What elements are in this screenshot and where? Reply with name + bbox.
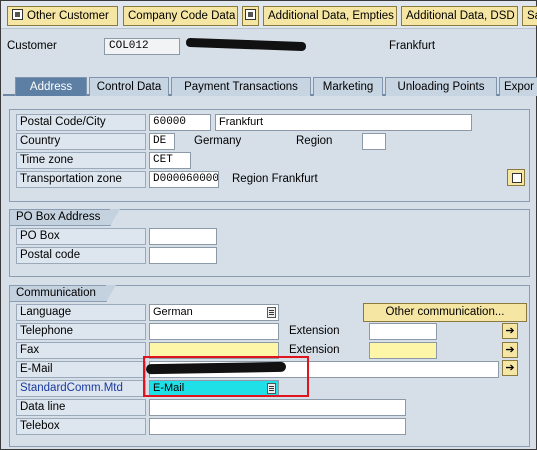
customer-label: Customer <box>7 40 57 52</box>
transport-zone-description: Region Frankfurt <box>232 173 318 185</box>
other-customer-icon <box>12 9 23 20</box>
data-line-label: Data line <box>16 399 146 416</box>
email-label: E-Mail <box>16 361 146 378</box>
po-box-title: PO Box Address <box>9 209 121 226</box>
tab-strip: Address Control Data Payment Transaction… <box>3 76 537 96</box>
header-city: Frankfurt <box>389 40 436 52</box>
country-label: Country <box>16 133 146 150</box>
additional-data-empties-button[interactable]: Additional Data, Empties <box>263 6 397 26</box>
highlight-box <box>143 356 309 397</box>
telephone-extension-field[interactable] <box>369 323 437 340</box>
dropdown-icon[interactable] <box>267 307 276 318</box>
email-arrow-icon[interactable]: ➔ <box>502 360 518 376</box>
fax-arrow-icon[interactable]: ➔ <box>502 342 518 358</box>
po-box-label: PO Box <box>16 228 146 245</box>
tab-unloading-points[interactable]: Unloading Points <box>385 77 497 96</box>
document-icon <box>245 9 256 20</box>
city-field[interactable]: Frankfurt <box>215 114 472 131</box>
po-postal-code-field[interactable] <box>149 247 217 264</box>
telephone-arrow-icon[interactable]: ➔ <box>502 323 518 339</box>
transport-zone-label: Transportation zone <box>16 171 146 188</box>
transport-zone-field[interactable]: D000060000 <box>149 171 219 188</box>
telebox-label: Telebox <box>16 418 146 435</box>
address-group: Postal Code/City 60000 Frankfurt Country… <box>9 109 530 202</box>
po-postal-code-label: Postal code <box>16 247 146 264</box>
fax-extension-field[interactable] <box>369 342 437 359</box>
other-communication-button[interactable]: Other communication... <box>363 303 527 322</box>
tab-marketing[interactable]: Marketing <box>313 77 383 96</box>
standard-comm-method-label: StandardComm.Mtd <box>16 380 146 397</box>
tab-payment-transactions[interactable]: Payment Transactions <box>171 77 311 96</box>
document-icon-button[interactable] <box>242 6 259 26</box>
region-label: Region <box>296 135 333 147</box>
fax-label: Fax <box>16 342 146 359</box>
telephone-extension-label: Extension <box>289 325 340 337</box>
postal-code-field[interactable]: 60000 <box>149 114 211 131</box>
postal-city-label: Postal Code/City <box>16 114 146 131</box>
additional-data-dsd-button[interactable]: Additional Data, DSD <box>401 6 518 26</box>
language-label: Language <box>16 304 146 321</box>
fax-extension-label: Extension <box>289 344 340 356</box>
application-toolbar: Other Customer Company Code Data Additio… <box>1 1 537 29</box>
timezone-field[interactable]: CET <box>149 152 191 169</box>
language-field[interactable]: German <box>149 304 279 321</box>
country-code-field[interactable]: DE <box>149 133 175 150</box>
telephone-label: Telephone <box>16 323 146 340</box>
region-map-icon[interactable] <box>507 169 525 186</box>
data-line-field[interactable] <box>149 399 406 416</box>
tab-control-data[interactable]: Control Data <box>89 77 169 96</box>
customer-number-field[interactable]: COL012 <box>104 38 180 55</box>
company-code-data-button[interactable]: Company Code Data <box>123 6 238 26</box>
tab-export[interactable]: Expor <box>499 77 537 96</box>
tab-address[interactable]: Address <box>15 77 87 96</box>
po-box-group: PO Box Address PO Box Postal code <box>9 209 530 277</box>
po-box-field[interactable] <box>149 228 217 245</box>
other-customer-button[interactable]: Other Customer <box>7 6 118 26</box>
timezone-label: Time zone <box>16 152 146 169</box>
region-field[interactable] <box>362 133 386 150</box>
telephone-field[interactable] <box>149 323 279 340</box>
country-name: Germany <box>194 135 242 147</box>
sales-button-truncated[interactable]: Sa <box>522 6 537 26</box>
telebox-field[interactable] <box>149 418 406 435</box>
communication-title: Communication <box>9 285 116 302</box>
